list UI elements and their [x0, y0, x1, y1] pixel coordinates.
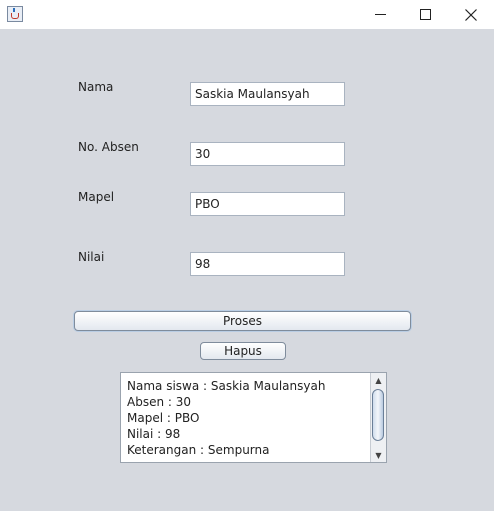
absen-field[interactable] — [190, 142, 345, 166]
scrollbar-thumb[interactable] — [372, 389, 384, 441]
java-cup-icon — [7, 6, 23, 22]
output-textarea[interactable]: Nama siswa : Saskia Maulansyah Absen : 3… — [120, 372, 387, 463]
hapus-button[interactable]: Hapus — [200, 342, 286, 360]
minimize-icon — [374, 14, 386, 15]
output-line-nama: Nama siswa : Saskia Maulansyah — [127, 379, 326, 393]
minimize-button[interactable] — [357, 0, 403, 29]
output-line-absen: Absen : 30 — [127, 395, 192, 409]
scroll-up-arrow-icon[interactable]: ▲ — [371, 373, 386, 387]
scroll-down-arrow-icon[interactable]: ▼ — [371, 448, 386, 462]
output-line-nilai: Nilai : 98 — [127, 427, 181, 441]
nama-label: Nama — [78, 80, 114, 94]
absen-label: No. Absen — [78, 140, 139, 154]
mapel-field[interactable] — [190, 192, 345, 216]
nama-field[interactable] — [190, 82, 345, 106]
title-bar[interactable] — [0, 0, 494, 29]
proses-button[interactable]: Proses — [74, 311, 411, 331]
output-line-keterangan: Keterangan : Sempurna — [127, 443, 270, 457]
close-icon — [465, 8, 477, 21]
form-panel: Nama No. Absen Mapel Nilai Proses Hapus … — [0, 29, 494, 511]
nilai-label: Nilai — [78, 250, 105, 264]
mapel-label: Mapel — [78, 190, 115, 204]
nilai-field[interactable] — [190, 252, 345, 276]
close-button[interactable] — [448, 0, 494, 29]
vertical-scrollbar[interactable]: ▲ ▼ — [370, 373, 386, 462]
output-text: Nama siswa : Saskia Maulansyah Absen : 3… — [127, 378, 367, 458]
output-line-mapel: Mapel : PBO — [127, 411, 200, 425]
maximize-icon — [419, 9, 431, 20]
maximize-button[interactable] — [402, 0, 448, 29]
